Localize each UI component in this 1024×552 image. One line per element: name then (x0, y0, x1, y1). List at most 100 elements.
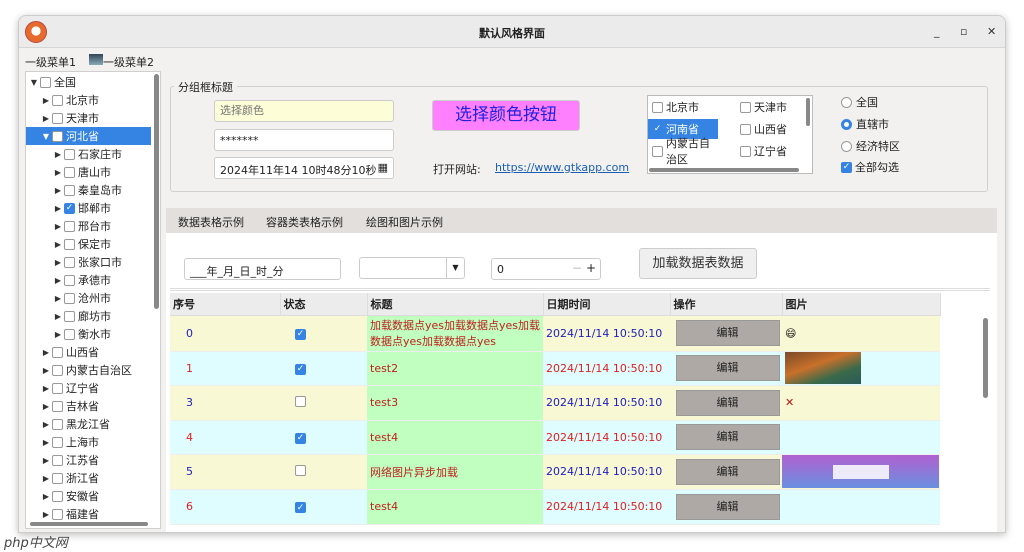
tree-item[interactable]: ▶唐山市 (26, 163, 151, 181)
tree-item[interactable]: ▶黑龙江省 (26, 415, 151, 433)
collapsed-arrow-icon[interactable]: ▶ (40, 96, 52, 105)
password-field[interactable]: ******* (214, 129, 394, 151)
collapsed-arrow-icon[interactable]: ▶ (40, 366, 52, 375)
checkbox-icon[interactable] (64, 239, 75, 250)
radio-0[interactable]: 全国 (841, 94, 878, 110)
checkbox-icon[interactable] (64, 293, 75, 304)
collapsed-arrow-icon[interactable]: ▶ (40, 348, 52, 357)
table-row[interactable]: 3test32024/11/14 10:50:10编辑✕ (170, 385, 940, 420)
tree-item[interactable]: ▶承德市 (26, 271, 151, 289)
province-check-list[interactable]: 北京市天津市✓河南省山西省内蒙古自治区辽宁省 (647, 95, 813, 174)
checkbox-icon[interactable] (64, 167, 75, 178)
tree-item[interactable]: ▶浙江省 (26, 469, 151, 487)
column-header[interactable]: 标题 (367, 293, 543, 315)
checkbox-icon[interactable] (740, 124, 751, 135)
tree-item[interactable]: ▶石家庄市 (26, 145, 151, 163)
tree-item[interactable]: ▼河北省 (26, 127, 151, 145)
checkbox-icon[interactable] (52, 437, 63, 448)
check-all-checkbox[interactable]: ✓全部勾选 (841, 159, 899, 175)
checkbox-icon[interactable] (295, 465, 306, 476)
column-header[interactable]: 序号 (170, 293, 280, 315)
datetime-field[interactable]: 2024年11年14 10时48分10秒▦ (214, 157, 394, 179)
check-list-item[interactable]: 辽宁省 (736, 141, 808, 161)
checkbox-icon[interactable] (52, 347, 63, 358)
check-list-item[interactable]: 北京市 (648, 97, 718, 117)
tree-item[interactable]: ▶江苏省 (26, 451, 151, 469)
tab-container-table[interactable]: 容器类表格示例 (266, 214, 343, 230)
close-button[interactable]: ✕ (987, 25, 996, 38)
tree-item[interactable]: ▶安徽省 (26, 487, 151, 505)
checkbox-icon[interactable] (52, 509, 63, 520)
checkbox-icon[interactable] (40, 77, 51, 88)
checkbox-icon[interactable] (52, 95, 63, 106)
checkbox-icon[interactable] (52, 419, 63, 430)
checkbox-icon[interactable] (52, 491, 63, 502)
tab-drawing-images[interactable]: 绘图和图片示例 (366, 214, 443, 230)
collapsed-arrow-icon[interactable]: ▶ (40, 438, 52, 447)
checkbox-icon[interactable] (740, 102, 751, 113)
checkbox-icon[interactable] (64, 275, 75, 286)
plus-icon[interactable]: + (586, 261, 596, 275)
collapsed-arrow-icon[interactable]: ▶ (40, 456, 52, 465)
collapsed-arrow-icon[interactable]: ▶ (52, 222, 64, 231)
checkbox-icon[interactable] (64, 185, 75, 196)
checkbox-icon[interactable] (740, 146, 751, 157)
table-scrollbar[interactable] (983, 318, 988, 398)
check-list-item[interactable]: 内蒙古自治区 (648, 141, 718, 161)
checkbox-checked-icon[interactable]: ✓ (652, 124, 663, 135)
tree-vertical-scrollbar[interactable] (154, 74, 159, 309)
check-list-scrollbar[interactable] (649, 168, 799, 172)
menu-2[interactable]: 一级菜单2 (103, 54, 154, 70)
tree-item[interactable]: ▶上海市 (26, 433, 151, 451)
checkbox-icon[interactable] (652, 146, 663, 157)
column-header[interactable]: 状态 (280, 293, 367, 315)
collapsed-arrow-icon[interactable]: ▶ (52, 276, 64, 285)
menu-1[interactable]: 一级菜单1 (25, 54, 76, 70)
column-header[interactable]: 操作 (670, 293, 782, 315)
collapsed-arrow-icon[interactable]: ▶ (40, 474, 52, 483)
tree-item[interactable]: ▶天津市 (26, 109, 151, 127)
collapsed-arrow-icon[interactable]: ▶ (52, 204, 64, 213)
tree-item[interactable]: ▶沧州市 (26, 289, 151, 307)
collapsed-arrow-icon[interactable]: ▶ (52, 258, 64, 267)
checkbox-icon[interactable] (52, 401, 63, 412)
tree-item[interactable]: ▶邢台市 (26, 217, 151, 235)
minus-icon[interactable]: − (572, 261, 582, 275)
maximize-button[interactable]: ▫ (960, 25, 967, 38)
edit-button[interactable]: 编辑 (676, 459, 780, 485)
minimize-button[interactable]: _ (934, 25, 940, 38)
collapsed-arrow-icon[interactable]: ▶ (52, 312, 64, 321)
checkbox-icon[interactable] (64, 257, 75, 268)
site-link[interactable]: https://www.gtkapp.com (495, 161, 629, 174)
tree-item[interactable]: ▶张家口市 (26, 253, 151, 271)
radio-2[interactable]: 经济特区 (841, 138, 900, 154)
tree-item[interactable]: ▶吉林省 (26, 397, 151, 415)
tree-item[interactable]: ▶北京市 (26, 91, 151, 109)
collapsed-arrow-icon[interactable]: ▶ (52, 186, 64, 195)
radio-1[interactable]: 直辖市 (841, 116, 889, 132)
checkbox-icon[interactable] (64, 311, 75, 322)
collapsed-arrow-icon[interactable]: ▶ (40, 402, 52, 411)
checkbox-icon[interactable] (52, 365, 63, 376)
tree-item[interactable]: ▶秦皇岛市 (26, 181, 151, 199)
load-data-button[interactable]: 加载数据表数据 (639, 248, 757, 279)
checkbox-checked-icon[interactable]: ✓ (295, 502, 306, 513)
datetime-mask-input[interactable]: ___年_月_日_时_分 (184, 258, 341, 280)
edit-button[interactable]: 编辑 (676, 494, 780, 520)
collapsed-arrow-icon[interactable]: ▶ (40, 492, 52, 501)
collapsed-arrow-icon[interactable]: ▶ (40, 384, 52, 393)
checkbox-icon[interactable] (64, 329, 75, 340)
checkbox-checked-icon[interactable]: ✓ (295, 433, 306, 444)
calendar-icon[interactable]: ▦ (378, 161, 388, 174)
table-row[interactable]: 0✓加载数据点yes加载数据点yes加载数据点yes加载数据点yes2024/1… (170, 315, 940, 351)
checkbox-checked-icon[interactable]: ✓ (295, 329, 306, 340)
collapsed-arrow-icon[interactable]: ▶ (52, 150, 64, 159)
edit-button[interactable]: 编辑 (676, 390, 780, 416)
checkbox-icon[interactable] (64, 149, 75, 160)
checkbox-icon[interactable] (652, 102, 663, 113)
column-header[interactable]: 日期时间 (543, 293, 670, 315)
collapsed-arrow-icon[interactable]: ▶ (52, 240, 64, 249)
collapsed-arrow-icon[interactable]: ▶ (52, 294, 64, 303)
number-spinner[interactable]: 0− + (491, 258, 601, 280)
tree-item[interactable]: ▶廊坊市 (26, 307, 151, 325)
